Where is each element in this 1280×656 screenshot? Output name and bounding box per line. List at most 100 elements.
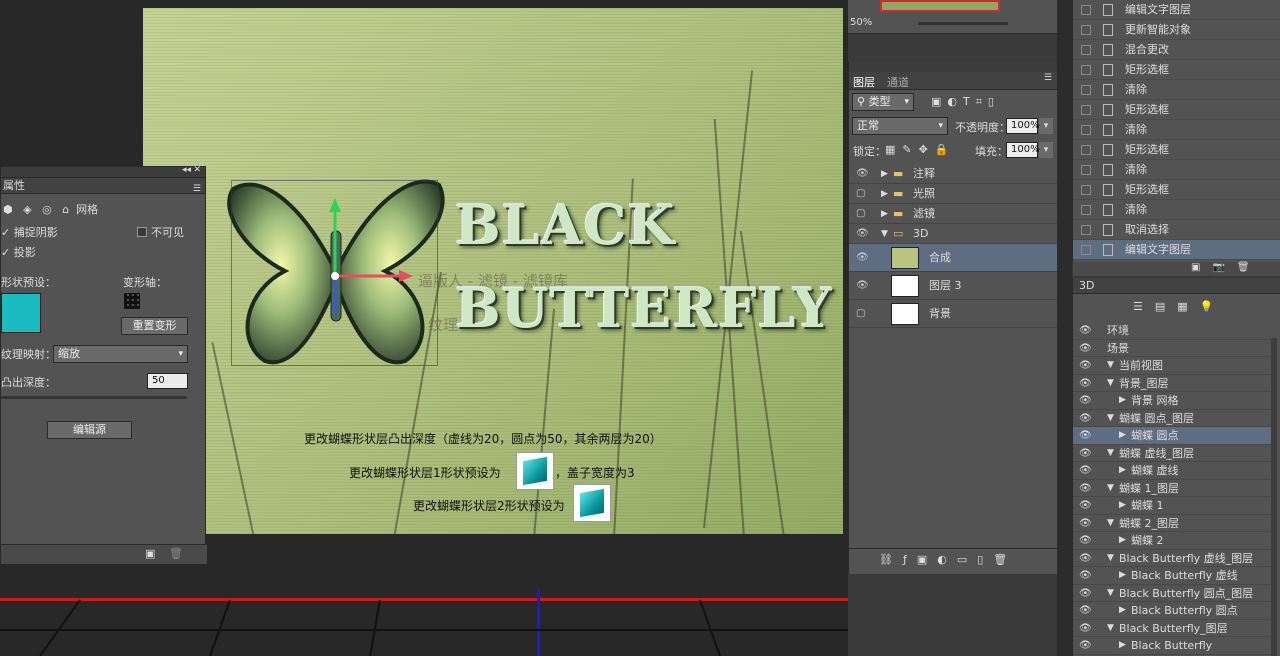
layer-filter-icons[interactable]: ▣◐T⌗▯ xyxy=(931,95,1000,109)
deform-axis-grid-icon[interactable] xyxy=(124,293,140,309)
eye-icon[interactable]: 👁 xyxy=(1079,497,1092,514)
history-step[interactable]: 清除 xyxy=(1073,120,1280,140)
chevron-down-icon[interactable]: ▼ xyxy=(1107,585,1114,602)
history-checkbox[interactable] xyxy=(1081,225,1091,235)
scene-tree-item[interactable]: 👁 ▼ Black Butterfly 圆点_图层 xyxy=(1073,585,1273,602)
history-checkbox[interactable] xyxy=(1081,165,1091,175)
layer-row-notes[interactable]: 👁 ▶ ▬ 注释 xyxy=(849,164,1058,184)
chevron-down-icon[interactable]: ▼ xyxy=(1107,480,1114,497)
eye-icon[interactable]: 👁 xyxy=(1079,620,1092,637)
opacity-input[interactable]: 100% xyxy=(1006,118,1040,134)
layer-row-background[interactable]: ▢ 背景 xyxy=(849,300,1058,328)
history-checkbox[interactable] xyxy=(1081,25,1091,35)
scene-tree-item[interactable]: 👁 ▶ 蝴蝶 虚线 xyxy=(1073,462,1273,480)
trash-icon[interactable]: 🗑 xyxy=(169,547,183,560)
chevron-right-icon[interactable]: ▶ xyxy=(1119,637,1126,654)
history-checkbox[interactable] xyxy=(1081,185,1091,195)
layer-row-composite[interactable]: 👁 合成 xyxy=(849,244,1058,272)
opacity-dropdown-icon[interactable]: ▾ xyxy=(1039,118,1053,134)
chevron-right-icon[interactable]: ▶ xyxy=(1119,497,1126,514)
3d-axis-gizmo[interactable] xyxy=(323,198,413,318)
history-step[interactable]: 矩形选框 xyxy=(1073,140,1280,160)
panel-menu-icon[interactable]: ☰ xyxy=(193,181,201,197)
scene-tree-item[interactable]: 👁 ▼ 蝴蝶 1_图层 xyxy=(1073,480,1273,497)
history-footer-icons[interactable]: ▣📷🗑 xyxy=(1073,262,1280,276)
hidden-eye-box[interactable]: ▢ xyxy=(856,184,866,204)
scene-tree-item[interactable]: 👁 ▼ 蝴蝶 圆点_图层 xyxy=(1073,410,1273,427)
eye-icon[interactable]: 👁 xyxy=(1079,427,1092,444)
tab-mesh[interactable]: 网格 xyxy=(76,203,98,216)
scene-tree-item[interactable]: 👁 ▶ Black Butterfly xyxy=(1073,637,1273,655)
layer-row-lighting[interactable]: ▢ ▶ ▬ 光照 xyxy=(849,184,1058,204)
history-step[interactable]: 矩形选框 xyxy=(1073,180,1280,200)
history-step[interactable]: 取消选择 xyxy=(1073,220,1280,240)
document-canvas[interactable]: 逼版人 - 滤镜 - 滤镜库 纹理 BLACK BUTTERFLY 更改蝴蝶形状… xyxy=(143,8,843,534)
cast-shadow-option[interactable]: ✓ 投影 xyxy=(1,244,36,260)
invisible-checkbox[interactable] xyxy=(137,227,147,237)
tab-channels[interactable]: 通道 xyxy=(887,74,909,90)
chevron-right-icon[interactable]: ▶ xyxy=(1119,532,1126,549)
eye-icon[interactable]: 👁 xyxy=(1079,567,1092,584)
history-checkbox[interactable] xyxy=(1081,65,1091,75)
eye-icon[interactable]: 👁 xyxy=(1079,340,1092,357)
collapse-icon[interactable]: ◂◂ xyxy=(182,165,191,175)
zoom-slider[interactable] xyxy=(918,22,1008,25)
layer-row-filters[interactable]: ▢ ▶ ▬ 滤镜 xyxy=(849,204,1058,224)
mesh-mode-icon[interactable]: ⬢ xyxy=(3,203,13,216)
scene-tree-item[interactable]: 👁 ▶ Black Butterfly 圆点 xyxy=(1073,602,1273,620)
chevron-down-icon[interactable]: ▼ xyxy=(1107,550,1114,567)
chevron-right-icon[interactable]: ▶ xyxy=(881,204,888,224)
scene-tree-item[interactable]: 👁 ▼ 当前视图 xyxy=(1073,357,1273,375)
history-step[interactable]: 清除 xyxy=(1073,200,1280,220)
history-checkbox[interactable] xyxy=(1081,145,1091,155)
edit-source-button[interactable]: 编辑源 xyxy=(47,421,132,439)
3d-filter-icons[interactable]: ☰▤▦💡 xyxy=(1133,300,1225,313)
history-step[interactable]: 清除 xyxy=(1073,160,1280,180)
reset-deform-button[interactable]: 重置变形 xyxy=(121,317,188,335)
layer-row-layer3[interactable]: 👁 图层 3 xyxy=(849,272,1058,300)
catch-shadow-option[interactable]: ✓ 捕捉阴影 xyxy=(1,224,58,240)
scene-tree-item[interactable]: 👁 ▼ 蝴蝶 2_图层 xyxy=(1073,515,1273,532)
scene-tree-item[interactable]: 👁 ▼ Black Butterfly_图层 xyxy=(1073,620,1273,637)
eye-icon[interactable]: 👁 xyxy=(1079,392,1092,409)
chevron-right-icon[interactable]: ▶ xyxy=(881,184,888,204)
history-step[interactable]: 清除 xyxy=(1073,80,1280,100)
layers-titlebar[interactable] xyxy=(849,62,1058,72)
history-step[interactable]: 编辑文字图层 xyxy=(1073,240,1280,260)
fill-dropdown-icon[interactable]: ▾ xyxy=(1039,142,1053,158)
close-icon[interactable]: ✕ xyxy=(193,165,201,175)
eye-icon[interactable]: 👁 xyxy=(1079,445,1092,462)
scene-tree-item[interactable]: 👁 ▶ 蝴蝶 1 xyxy=(1073,497,1273,515)
new-preset-icon[interactable]: ▣ xyxy=(145,547,155,560)
chevron-down-icon[interactable]: ▼ xyxy=(1107,357,1114,374)
fill-input[interactable]: 100% xyxy=(1006,142,1040,158)
chevron-down-icon[interactable]: ▼ xyxy=(1107,375,1114,392)
chevron-down-icon[interactable]: ▼ xyxy=(1107,445,1114,462)
eye-icon[interactable]: 👁 xyxy=(856,164,869,184)
chevron-down-icon[interactable]: ▼ xyxy=(1107,410,1114,427)
eye-icon[interactable]: 👁 xyxy=(1079,515,1092,532)
zoom-level[interactable]: 50% xyxy=(850,17,872,28)
eye-icon[interactable]: 👁 xyxy=(1079,550,1092,567)
lock-icons[interactable]: ▦✎✥🔒 xyxy=(885,143,956,156)
history-checkbox[interactable] xyxy=(1081,205,1091,215)
blend-mode-select[interactable]: 正常 xyxy=(852,117,948,135)
scene-tree-item[interactable]: 👁 ▼ 背景_图层 xyxy=(1073,375,1273,392)
texture-map-select[interactable]: 缩放 xyxy=(53,345,188,363)
chevron-right-icon[interactable]: ▶ xyxy=(881,164,888,184)
eye-icon[interactable]: 👁 xyxy=(856,244,869,272)
eye-icon[interactable]: 👁 xyxy=(1079,532,1092,549)
scene-tree-item[interactable]: 👁 ▼ Black Butterfly 虚线_图层 xyxy=(1073,550,1273,567)
eye-icon[interactable]: 👁 xyxy=(1079,410,1092,427)
eye-icon[interactable]: 👁 xyxy=(856,224,869,244)
cap-mode-icon[interactable]: ◎ xyxy=(42,203,52,216)
properties-tab[interactable]: 属性 ☰ xyxy=(1,178,205,194)
3d-panel-tab[interactable]: 3D xyxy=(1073,278,1280,294)
eye-icon[interactable]: 👁 xyxy=(1079,375,1092,392)
chevron-down-icon[interactable]: ▼ xyxy=(1107,620,1114,637)
hidden-eye-box[interactable]: ▢ xyxy=(856,300,866,328)
layers-footer-icons[interactable]: ⛓ƒ▣◐▭▯🗑 xyxy=(849,548,1058,570)
eye-icon[interactable]: 👁 xyxy=(1079,585,1092,602)
history-checkbox[interactable] xyxy=(1081,245,1091,255)
eye-icon[interactable]: 👁 xyxy=(1079,357,1092,374)
